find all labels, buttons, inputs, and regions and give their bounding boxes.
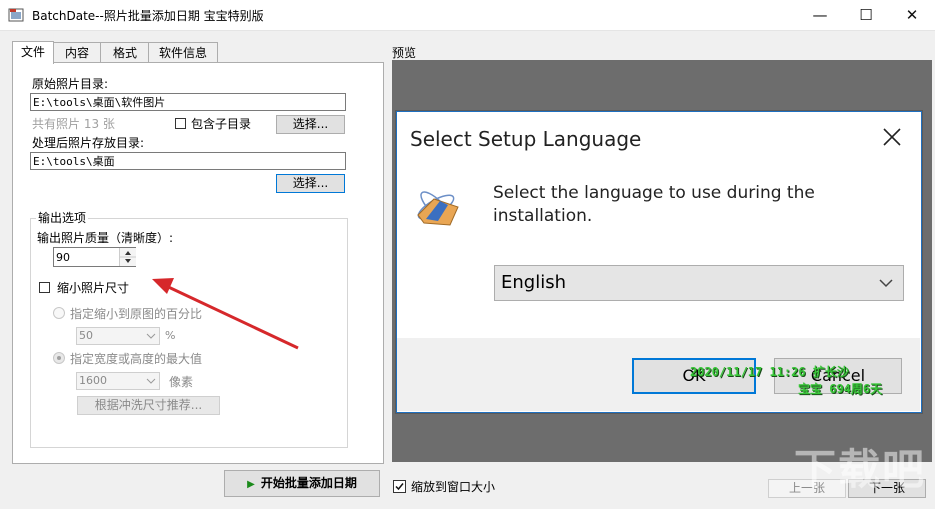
title-bar: BatchDate--照片批量添加日期 宝宝特别版 — ☐ ✕ [0,0,935,31]
minimize-button[interactable]: — [797,0,843,30]
close-icon: ✕ [905,6,919,24]
tab-format[interactable]: 格式 [100,42,150,63]
quality-label: 输出照片质量（清晰度）: [37,231,174,245]
preview-label: 预览 [392,46,417,60]
chevron-down-icon [146,378,156,384]
minimize-icon: — [812,6,828,24]
output-options-title: 输出选项 [36,209,89,226]
source-dir-input[interactable]: E:\tools\桌面\软件图片 [30,93,346,111]
output-dir-input[interactable]: E:\tools\桌面 [30,152,346,170]
message-line-1: Select the language to use during the [493,183,815,203]
maxsize-value: 1600 [79,374,107,387]
site-watermark: 下载吧 [794,445,926,495]
tab-content[interactable]: 内容 [52,42,102,63]
setup-box-icon [417,191,459,226]
app-icon [8,8,24,22]
preview-dialog-title: Select Setup Language [410,127,642,151]
maxsize-radio[interactable] [53,352,65,364]
chevron-down-icon [879,279,893,288]
percent-radio[interactable] [53,307,65,319]
maximize-icon: ☐ [859,6,873,24]
start-batch-label: 开始批量添加日期 [260,476,357,490]
watermark-text: 下载吧 [794,445,927,494]
message-line-2: installation. [493,206,593,226]
tab-software-info[interactable]: 软件信息 [148,42,218,63]
percent-value: 50 [79,329,93,342]
quality-stepper[interactable] [119,248,136,266]
fit-window-label: 缩放到窗口大小 [411,480,496,494]
shrink-checkbox[interactable] [39,282,50,293]
output-browse-button[interactable]: 选择... [276,174,345,193]
recommend-size-button[interactable]: 根据冲洗尺寸推荐... [77,396,220,415]
fit-window-checkbox[interactable] [393,480,406,493]
start-batch-button[interactable]: ▶ 开始批量添加日期 [224,470,380,497]
include-subdirs-checkbox[interactable] [175,118,186,129]
shrink-label: 缩小照片尺寸 [57,281,130,295]
date-stamp-line-1: 2020/11/17 11:26 扩长沙 [690,365,849,379]
photo-count-text: 共有照片 13 张 [32,117,115,131]
window-title: BatchDate--照片批量添加日期 宝宝特别版 [32,9,264,23]
include-subdirs-label: 包含子目录 [191,117,252,131]
output-dir-label: 处理后照片存放目录: [32,136,145,150]
annotation-arrow-icon [152,278,299,350]
maxsize-unit: 像素 [169,375,194,389]
tab-file[interactable]: 文件 [12,41,54,64]
date-stamp-overlay: 2020/11/17 11:26 扩长沙 宝宝 694周6天 [690,364,882,398]
source-dir-label: 原始照片目录: [32,77,109,91]
preview-dialog-message: Select the language to use during the in… [493,182,815,228]
close-icon [883,128,901,146]
date-stamp-line-2: 宝宝 694周6天 [798,382,883,396]
checkmark-icon [395,483,404,491]
source-browse-button[interactable]: 选择... [276,115,345,134]
maximize-button[interactable]: ☐ [843,0,889,30]
preview-language-select: English [494,265,904,301]
close-button[interactable]: ✕ [889,0,935,30]
language-value: English [501,272,566,293]
stepper-arrows-icon [120,251,136,263]
play-icon: ▶ [247,479,255,490]
